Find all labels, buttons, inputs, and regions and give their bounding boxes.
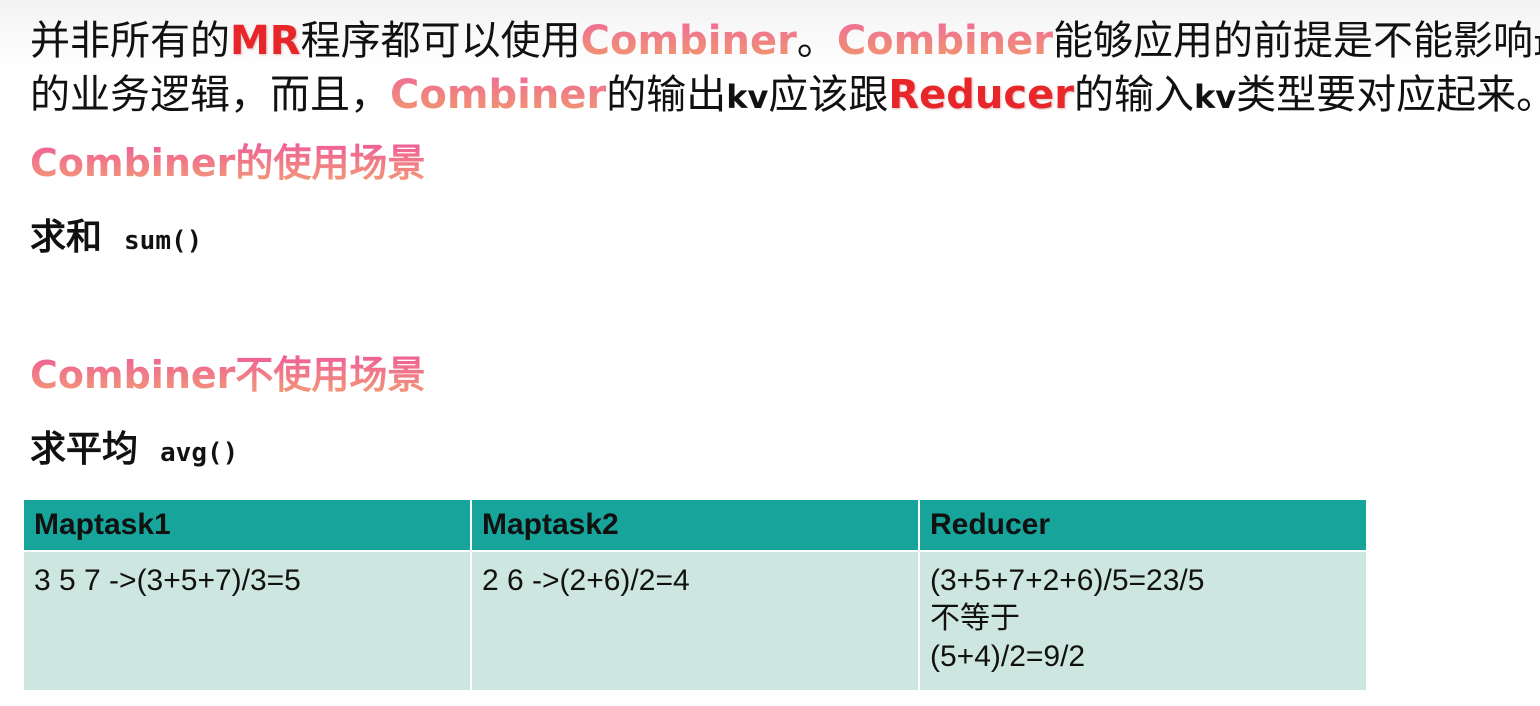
intro-line-2: 的业务逻辑，而且，Combiner的输出kv应该跟Reducer的输入kv类型要…	[30, 72, 1540, 120]
intro-text: 程序都可以使用	[300, 18, 581, 64]
table-row: 3 5 7 ->(3+5+7)/3=5 2 6 ->(2+6)/2=4 (3+5…	[22, 550, 1368, 692]
avg-function: avg()	[160, 438, 239, 468]
avg-label: 求平均	[30, 429, 139, 470]
keyword-mr: MR	[230, 18, 301, 64]
no-use-scenario-heading: Combiner不使用场景	[30, 353, 426, 397]
avg-example: 求平均 avg()	[30, 428, 238, 475]
keyword-combiner: Combiner	[836, 18, 1054, 64]
intro-text: 的输出	[606, 72, 727, 118]
intro-text: 。	[796, 18, 837, 64]
average-comparison-table: Maptask1 Maptask2 Reducer 3 5 7 ->(3+5+7…	[22, 498, 1368, 692]
intro-text: 的业务逻辑，而且，	[30, 72, 390, 118]
sum-example: 求和 sum()	[30, 216, 202, 263]
keyword-combiner: Combiner	[390, 72, 607, 118]
intro-text: 的输入	[1073, 72, 1194, 118]
intro-text: 类型要对应起来。	[1236, 72, 1540, 118]
keyword-combiner: Combiner	[580, 18, 797, 64]
table-header-reducer: Reducer	[918, 498, 1368, 552]
intro-text: 能够应用的前提是不能影响最终	[1053, 18, 1540, 64]
use-scenario-heading: Combiner的使用场景	[30, 141, 426, 185]
reducer-combined-average: (5+4)/2=9/2	[930, 640, 1086, 673]
sum-label: 求和	[30, 217, 103, 258]
table-header-maptask2: Maptask2	[470, 498, 920, 552]
intro-line-1: 并非所有的MR程序都可以使用Combiner。Combiner能够应用的前提是不…	[30, 18, 1540, 64]
keyword-kv: kv	[1193, 78, 1237, 116]
maptask1-cell: 3 5 7 ->(3+5+7)/3=5	[22, 550, 472, 692]
reducer-not-equal: 不等于	[930, 602, 1020, 635]
sum-function: sum()	[124, 226, 203, 256]
intro-text: 应该跟	[768, 72, 889, 118]
intro-text: 并非所有的	[30, 18, 230, 64]
reducer-global-average: (3+5+7+2+6)/5=23/5	[930, 564, 1205, 597]
table-header-row: Maptask1 Maptask2 Reducer	[22, 498, 1368, 552]
keyword-reducer: Reducer	[888, 72, 1074, 118]
slide: 并非所有的MR程序都可以使用Combiner。Combiner能够应用的前提是不…	[0, 0, 1540, 706]
table-header-maptask1: Maptask1	[22, 498, 472, 552]
reducer-cell: (3+5+7+2+6)/5=23/5 不等于 (5+4)/2=9/2	[918, 550, 1368, 692]
keyword-kv: kv	[726, 78, 769, 116]
maptask2-cell: 2 6 ->(2+6)/2=4	[470, 550, 920, 692]
